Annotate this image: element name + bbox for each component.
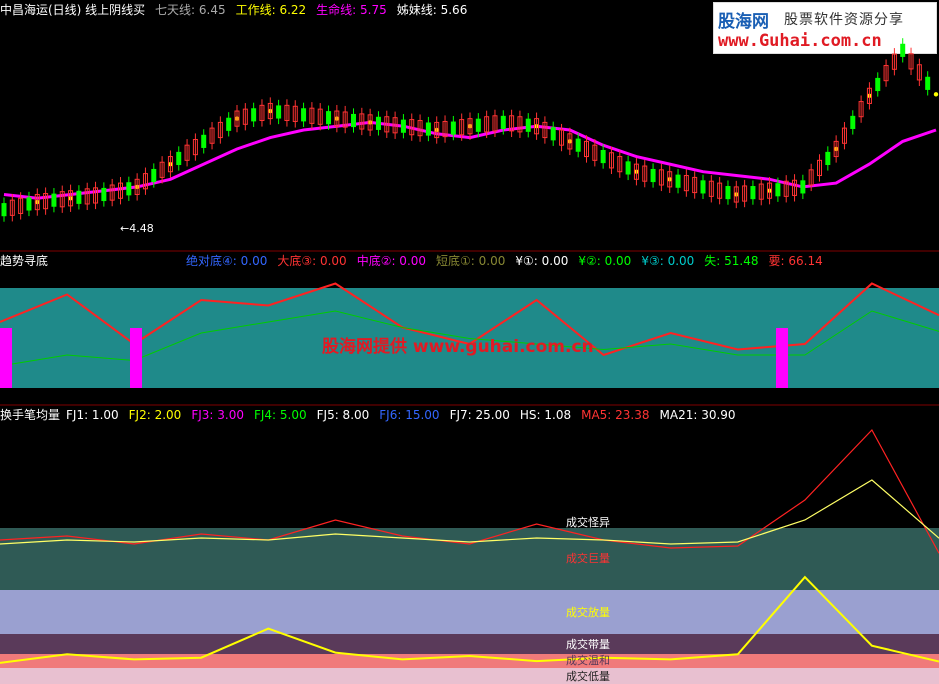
- price-panel: [1, 38, 939, 222]
- candle: [650, 168, 656, 183]
- zone-guaiyi: [0, 528, 939, 590]
- candle: [850, 115, 856, 129]
- zone-label-3: 成交带量: [566, 638, 610, 651]
- p3-indicator-2: FJ3: 3.00: [191, 408, 244, 422]
- candle: [351, 113, 356, 128]
- p3-indicator-0: FJ1: 1.00: [66, 408, 119, 422]
- p2-indicator-5: ¥②: 0.00: [578, 254, 632, 268]
- p3-indicator-7: HS: 1.08: [519, 408, 572, 422]
- zone-label-0: 成交怪异: [566, 516, 610, 529]
- p3-indicator-9: MA21: 30.90: [659, 408, 736, 422]
- p3-indicator-5: FJ6: 15.00: [379, 408, 440, 422]
- candle: [475, 118, 481, 132]
- candle: [825, 151, 831, 166]
- zone-fangliang: [0, 590, 939, 634]
- zone-dailiang: [0, 634, 939, 654]
- panel2-indicators: 绝对底④: 0.00 大底③: 0.00 中底②: 0.00 短底①: 0.00 ¥①:…: [186, 254, 833, 268]
- candle: [800, 180, 806, 194]
- panel3-header: 换手笔均量: [0, 408, 66, 422]
- candle: [925, 76, 931, 90]
- candle: [226, 117, 232, 131]
- candle: [301, 108, 307, 122]
- candle: [151, 168, 157, 183]
- candle: [126, 182, 132, 196]
- candle: [750, 186, 756, 200]
- p2-indicator-3: 短底①: 0.00: [436, 254, 506, 268]
- low-label: ←4.48: [120, 222, 154, 235]
- p3-indicator-8: MA5: 23.38: [581, 408, 650, 422]
- watermark: 股海网提供 www.guhai.com.cn: [322, 337, 594, 357]
- candle: [575, 138, 581, 152]
- panel3-indicators: FJ1: 1.00 FJ2: 2.00 FJ3: 3.00 FJ4: 5.00 FJ5:…: [66, 408, 746, 422]
- candle: [525, 118, 531, 132]
- zone-label-5: 成交低量: [566, 670, 610, 683]
- bottom-signal-bar: [130, 328, 142, 388]
- bottom-signal-bar: [0, 328, 12, 388]
- zone-label-4: 成交温和: [566, 654, 610, 667]
- candle: [600, 149, 606, 164]
- candle: [375, 116, 381, 130]
- zone-label-2: 成交放量: [566, 606, 610, 619]
- candle: [425, 122, 431, 136]
- candle: [675, 174, 681, 188]
- candle: [725, 186, 731, 200]
- candle: [51, 193, 57, 207]
- p3-indicator-6: FJ7: 25.00: [449, 408, 510, 422]
- candle: [26, 197, 32, 211]
- candle: [176, 151, 182, 166]
- work-dot: [933, 92, 939, 97]
- candle: [875, 77, 881, 92]
- candle: [900, 43, 906, 57]
- p3-indicator-1: FJ2: 2.00: [128, 408, 182, 422]
- candle: [326, 111, 332, 125]
- p2-indicator-8: 要: 66.14: [768, 254, 823, 268]
- p3-indicator-4: FJ5: 8.00: [316, 408, 370, 422]
- p3-indicator-3: FJ4: 5.00: [253, 408, 307, 422]
- zone-label-1: 成交巨量: [566, 552, 610, 565]
- p2-indicator-1: 大底③: 0.00: [277, 254, 347, 268]
- candle: [276, 105, 282, 119]
- candle: [201, 134, 207, 148]
- zone-diliang: [0, 668, 939, 684]
- candle: [450, 121, 456, 135]
- p2-indicator-6: ¥③: 0.00: [641, 254, 695, 268]
- panel2-header: 趋势寻底: [0, 254, 54, 268]
- p2-indicator-2: 中底②: 0.00: [356, 254, 427, 268]
- candle: [76, 190, 82, 204]
- candle: [775, 183, 781, 197]
- panel2-title: 趋势寻底: [0, 254, 49, 268]
- candle: [400, 119, 406, 133]
- candle: [700, 180, 706, 194]
- candle: [500, 115, 506, 129]
- p2-indicator-7: 失: 51.48: [704, 254, 759, 268]
- candle: [625, 161, 631, 175]
- panel3-title: 换手笔均量: [0, 408, 61, 422]
- p2-indicator-0: 绝对底④: 0.00: [186, 254, 268, 268]
- candle: [101, 187, 107, 202]
- candle: [550, 127, 556, 141]
- p2-indicator-4: ¥①: 0.00: [515, 254, 569, 268]
- candle: [1, 203, 7, 217]
- candle: [251, 108, 257, 122]
- bottom-signal-bar: [776, 328, 788, 388]
